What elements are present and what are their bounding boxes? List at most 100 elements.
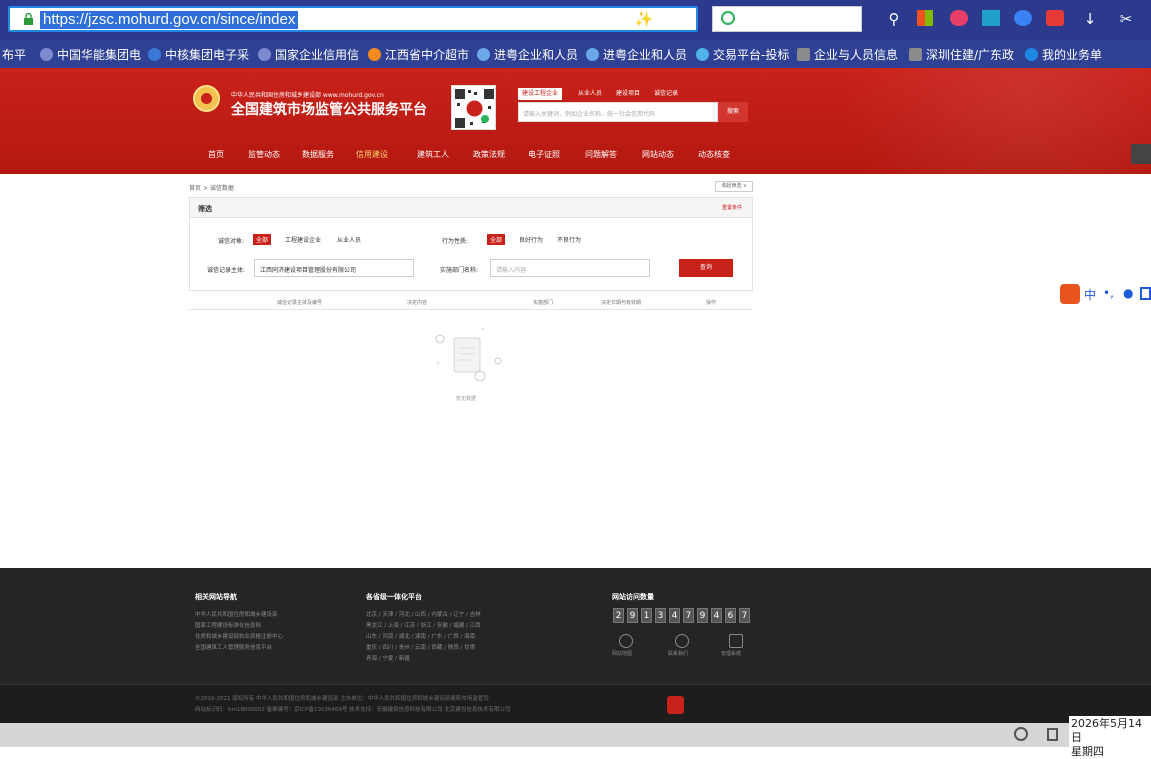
admin-system-icon[interactable] xyxy=(729,634,743,648)
sogou-icon[interactable] xyxy=(1060,284,1080,304)
apps-icon[interactable] xyxy=(917,10,933,26)
bookmark-item[interactable]: 深圳住建/广东政 xyxy=(909,46,1014,63)
footer-links-title: 相关网站导航 xyxy=(195,593,237,601)
star-icon[interactable]: ☆ xyxy=(654,9,674,29)
footer-link[interactable]: 住房和城乡建设部执业资格注册中心 xyxy=(195,632,283,640)
trash-icon[interactable] xyxy=(1047,728,1058,741)
bookmark-item[interactable]: 中核集团电子采 xyxy=(148,46,249,63)
contact-us-icon[interactable] xyxy=(675,634,689,648)
visit-digit: 9 xyxy=(627,608,638,623)
chevron-down-icon[interactable]: ∨ xyxy=(672,9,692,29)
keyboard-icon[interactable] xyxy=(1131,144,1151,164)
secondary-search-box[interactable] xyxy=(712,6,862,32)
platform-title[interactable]: 全国建筑市场监管公共服务平台 xyxy=(231,99,427,119)
bookmark-item[interactable]: 国家企业信用信 xyxy=(258,46,359,63)
nav-home[interactable]: 首页 xyxy=(208,149,224,160)
bookmark-item[interactable]: 交易平台-投标 xyxy=(696,46,789,63)
dept-input[interactable]: 请输入内容 xyxy=(490,259,650,277)
clock-icon[interactable] xyxy=(1014,727,1028,741)
nav-policies[interactable]: 政策法规 xyxy=(473,149,505,160)
keyboard-icon[interactable] xyxy=(1140,287,1151,300)
admin-system-link[interactable]: 管理系统 xyxy=(721,650,741,657)
zoom-icon[interactable]: ⚲ xyxy=(590,9,610,29)
tab-projects[interactable]: 建设项目 xyxy=(612,88,644,100)
ime-toolbar[interactable]: 中 •, ● xyxy=(1060,283,1151,307)
search-engine-icon xyxy=(721,11,735,25)
site-search-button[interactable]: 搜索 xyxy=(718,102,748,122)
nav-data-service[interactable]: 数据服务 xyxy=(302,149,334,160)
bookmark-item[interactable]: 布平 xyxy=(2,46,26,63)
icp-text: 网站标识码：bm18000002 备案编号：京ICP备10036469号 技术支… xyxy=(195,707,511,713)
chinese-mode-icon[interactable]: 中 xyxy=(1084,286,1096,303)
nav-e-license[interactable]: 电子证照 xyxy=(528,149,560,160)
footer-link[interactable]: 全国建筑工人管理服务信息平台 xyxy=(195,643,272,651)
scissors-icon[interactable]: ✂ xyxy=(1116,9,1136,29)
bookmark-item[interactable]: 我的业务单 xyxy=(1025,46,1102,63)
query-button[interactable]: 查询 xyxy=(679,259,733,277)
record-object-enterprise[interactable]: 工程建设企业 xyxy=(282,234,324,245)
tab-practitioners[interactable]: 从业人员 xyxy=(574,88,606,100)
chart-app-icon[interactable] xyxy=(982,10,1000,26)
record-object-practitioner[interactable]: 从业人员 xyxy=(334,234,364,245)
bookmark-item[interactable]: 进粤企业和人员 xyxy=(586,46,687,63)
national-emblem-icon xyxy=(193,85,220,112)
punctuation-icon[interactable]: •, xyxy=(1103,286,1114,300)
filter-panel: 筛选 重置条件 诚信对象: 全部 工程建设企业 从业人员 行为性质: 全部 良好… xyxy=(189,197,753,291)
download-icon[interactable]: ↓ xyxy=(1080,9,1100,29)
nav-credit[interactable]: 信用建设 xyxy=(356,149,388,160)
collapse-filter-button[interactable]: 收起筛选 ∨ xyxy=(715,181,753,192)
bookmark-item[interactable]: 企业与人员信息 xyxy=(797,46,898,63)
reset-button[interactable]: 重置条件 xyxy=(722,204,742,211)
microphone-icon[interactable]: ● xyxy=(1123,286,1133,300)
subject-input[interactable]: 江西同济建设项目管理股份有限公司 xyxy=(254,259,414,277)
bookmark-icon xyxy=(909,48,922,61)
behavior-good[interactable]: 良好行为 xyxy=(516,234,546,245)
behavior-all[interactable]: 全部 xyxy=(487,234,506,245)
contact-us-link[interactable]: 联系我们 xyxy=(668,650,688,657)
province-links[interactable]: 北京 / 天津 / 河北 / 山西 / 内蒙古 / 辽宁 / 吉林 xyxy=(366,610,481,618)
nav-site-news[interactable]: 网站动态 xyxy=(642,149,674,160)
province-links[interactable]: 重庆 / 四川 / 贵州 / 云南 / 西藏 / 陕西 / 甘肃 xyxy=(366,643,475,651)
nav-dynamic-check[interactable]: 动态核查 xyxy=(698,149,730,160)
party-gov-badge-icon[interactable] xyxy=(667,696,684,714)
province-links[interactable]: 青海 / 宁夏 / 新疆 xyxy=(366,654,410,662)
url-text[interactable]: https://jzsc.mohurd.gov.cn/since/index xyxy=(40,11,299,29)
bookmark-item[interactable]: 中国华能集团电 xyxy=(40,46,141,63)
site-map-link[interactable]: 网站地图 xyxy=(612,650,632,657)
bookmark-item[interactable]: 进粤企业和人员 xyxy=(477,46,578,63)
globe-icon xyxy=(258,48,271,61)
province-links[interactable]: 黑龙江 / 上海 / 江苏 / 浙江 / 安徽 / 福建 / 江西 xyxy=(366,621,481,629)
visit-digit: 7 xyxy=(739,608,750,623)
qr-code-image xyxy=(451,85,496,130)
nav-faq[interactable]: 问题解答 xyxy=(585,149,617,160)
province-links[interactable]: 山东 / 河南 / 湖北 / 湖南 / 广东 / 广西 / 海南 xyxy=(366,632,475,640)
ministry-name: 中华人民共和国住房和城乡建设部 www.mohurd.gov.cn xyxy=(231,92,384,99)
mail-icon[interactable] xyxy=(1046,10,1064,26)
footer-link[interactable]: 国家工程建设标准化信息网 xyxy=(195,621,261,629)
behavior-bad[interactable]: 不良行为 xyxy=(554,234,584,245)
site-map-icon[interactable] xyxy=(619,634,633,648)
extension-icon[interactable] xyxy=(1014,10,1032,26)
breadcrumb[interactable]: 首页 > 诚信数据 xyxy=(189,183,234,192)
bookmark-icon xyxy=(477,48,490,61)
behavior-label: 行为性质: xyxy=(442,238,469,245)
tab-credit-records[interactable]: 诚信记录 xyxy=(650,88,682,100)
visit-digit: 4 xyxy=(711,608,722,623)
nav-workers[interactable]: 建筑工人 xyxy=(417,149,449,160)
search-icon[interactable]: ⚲ xyxy=(884,9,904,29)
tray-clock[interactable]: 2026年5月14日 星期四 xyxy=(1069,716,1151,758)
bolt-icon[interactable]: ✨ xyxy=(634,9,654,29)
footer-provinces-title: 各省级一体化平台 xyxy=(366,593,422,601)
game-icon[interactable] xyxy=(950,10,968,26)
tab-enterprise[interactable]: 建设工程企业 xyxy=(518,88,563,100)
bookmark-item[interactable]: 江西省中介超市 xyxy=(368,46,469,63)
record-object-all[interactable]: 全部 xyxy=(253,234,272,245)
nav-supervision[interactable]: 监管动态 xyxy=(248,149,280,160)
footer-visits-title: 网站访问数量 xyxy=(612,593,654,601)
visit-digit: 2 xyxy=(613,608,624,623)
weekday-text: 星期四 xyxy=(1071,745,1104,758)
bookmark-icon xyxy=(586,48,599,61)
date-text: 2026年5月14日 xyxy=(1071,717,1142,744)
footer-link[interactable]: 中华人民共和国住房和城乡建设部 xyxy=(195,610,278,618)
site-search-input[interactable]: 请输入关键词，例如企业名称、统一社会信用代码 xyxy=(518,102,718,122)
